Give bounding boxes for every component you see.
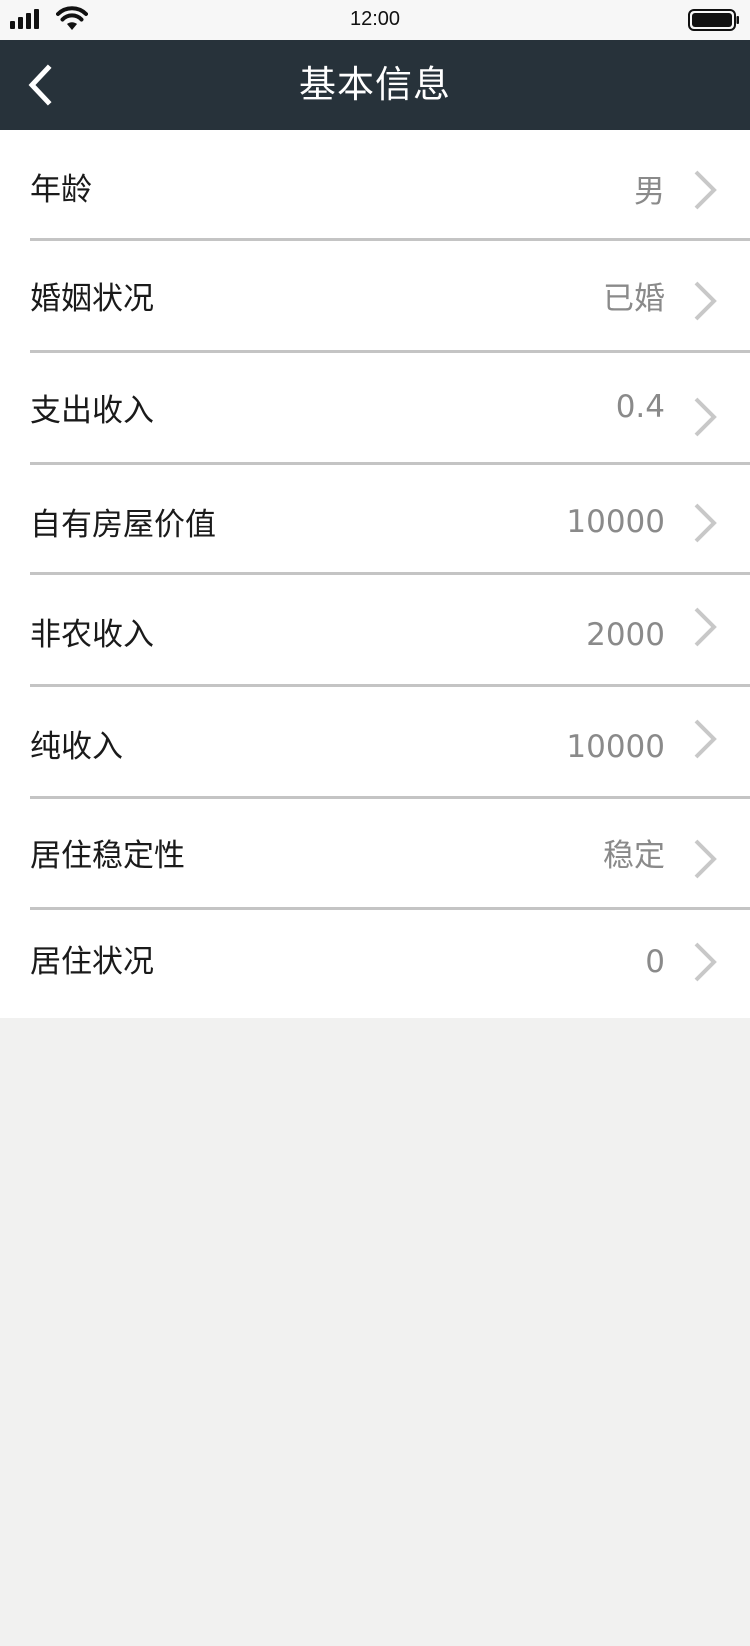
- chevron-right-icon: [694, 607, 717, 647]
- list-item-residence-stability[interactable]: 居住稳定性 稳定: [0, 799, 750, 910]
- row-value: 10000: [566, 504, 665, 540]
- battery-icon: [688, 9, 739, 31]
- row-label: 自有房屋价值: [30, 507, 216, 543]
- row-value: 2000: [586, 617, 665, 653]
- chevron-right-icon: [694, 839, 717, 879]
- row-value: 10000: [566, 729, 665, 765]
- list-item-house-value[interactable]: 自有房屋价值 10000: [0, 465, 750, 575]
- row-label: 居住状况: [30, 944, 154, 980]
- row-value: 已婚: [603, 281, 665, 317]
- page-title: 基本信息: [299, 63, 451, 106]
- list-item-marital-status[interactable]: 婚姻状况 已婚: [0, 241, 750, 353]
- row-value: 0.4: [615, 389, 665, 425]
- list-item-expense-income[interactable]: 支出收入 0.4: [0, 353, 750, 465]
- row-value: 男: [634, 174, 665, 210]
- status-bar: 12:00: [0, 0, 750, 40]
- info-list: 年龄 男 婚姻状况 已婚 支出收入 0.4 自有房屋价值 10000 非农收入 …: [0, 130, 750, 1018]
- list-item-net-income[interactable]: 纯收入 10000: [0, 687, 750, 799]
- list-item-residence-status[interactable]: 居住状况 0: [0, 910, 750, 1018]
- row-value: 稳定: [603, 838, 665, 874]
- chevron-right-icon: [694, 170, 717, 210]
- nav-bar: 基本信息: [0, 40, 750, 130]
- chevron-right-icon: [694, 281, 717, 321]
- chevron-right-icon: [694, 503, 717, 543]
- chevron-right-icon: [694, 942, 717, 982]
- row-label: 年龄: [30, 172, 92, 208]
- row-value: 0: [645, 944, 665, 980]
- status-time: 12:00: [349, 8, 401, 30]
- list-item-non-farm-income[interactable]: 非农收入 2000: [0, 575, 750, 687]
- chevron-right-icon: [694, 397, 717, 437]
- row-label: 非农收入: [30, 617, 154, 653]
- row-label: 支出收入: [30, 393, 154, 429]
- row-label: 婚姻状况: [30, 281, 154, 317]
- list-item-age[interactable]: 年龄 男: [0, 130, 750, 241]
- row-label: 纯收入: [30, 729, 123, 765]
- row-label: 居住稳定性: [30, 838, 185, 874]
- chevron-right-icon: [694, 719, 717, 759]
